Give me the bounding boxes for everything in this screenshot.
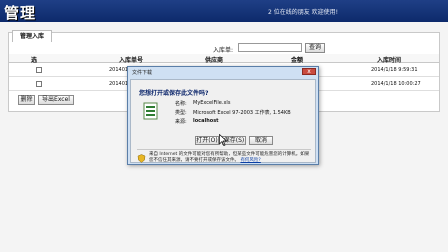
top-header-bar: 管理 2 位在线的朋友 欢迎使用! bbox=[0, 0, 448, 22]
stock-in-time: 2014/1/18 10:00:27 bbox=[371, 81, 421, 87]
file-name-value: MyExcelFile.xls bbox=[193, 100, 231, 106]
column-header-time: 入库时间 bbox=[377, 57, 402, 64]
file-name-label: 名称: bbox=[175, 101, 187, 107]
mouse-cursor-icon bbox=[219, 134, 227, 146]
cancel-button[interactable]: 取消 bbox=[249, 136, 273, 145]
tab-manage-stock-in[interactable]: 管理入库 bbox=[12, 30, 52, 42]
file-type-value: Microsoft Excel 97-2003 工作表, 1.54KB bbox=[193, 110, 291, 116]
risk-link[interactable]: 有何风险? bbox=[240, 158, 260, 163]
column-header-amount: 金额 bbox=[291, 57, 304, 64]
search-input[interactable] bbox=[238, 43, 302, 52]
app-logo: 管理 bbox=[4, 4, 37, 22]
row-checkbox[interactable] bbox=[36, 67, 42, 73]
dialog-body: 您想打开或保存此文件吗? 名称: MyExcelFile.xls 类型: Mic… bbox=[130, 79, 316, 163]
close-icon[interactable]: x bbox=[302, 68, 316, 75]
dialog-title: 文件下载 bbox=[132, 70, 153, 76]
file-source-label: 来源: bbox=[175, 119, 187, 125]
shield-warning-icon bbox=[137, 154, 146, 163]
delete-button[interactable]: 删除 bbox=[18, 95, 35, 105]
column-header-order-no: 入库单号 bbox=[119, 57, 144, 64]
excel-file-icon bbox=[143, 102, 158, 120]
security-warning-text: 来自 Internet 的文件可能对您有所帮助，但某些文件可能危害您的计算机。如… bbox=[149, 152, 311, 163]
export-excel-button[interactable]: 导出Excel bbox=[38, 95, 74, 105]
warning-message: 来自 Internet 的文件可能对您有所帮助，但某些文件可能危害您的计算机。如… bbox=[149, 152, 310, 163]
search-button[interactable]: 查询 bbox=[305, 43, 325, 53]
row-checkbox[interactable] bbox=[36, 81, 42, 87]
file-type-label: 类型: bbox=[175, 110, 187, 116]
dialog-question: 您想打开或保存此文件吗? bbox=[139, 90, 209, 97]
search-label: 入库单: bbox=[213, 47, 234, 54]
file-source-value: localhost bbox=[193, 118, 219, 124]
stock-in-time: 2014/1/18 9:59:31 bbox=[371, 67, 418, 73]
column-header-select: 选 bbox=[31, 57, 38, 64]
file-download-dialog: 文件下载 x 您想打开或保存此文件吗? 名称: MyExcelFile.xls … bbox=[127, 66, 319, 165]
dialog-divider bbox=[137, 149, 311, 150]
welcome-text: 2 位在线的朋友 欢迎使用! bbox=[268, 9, 339, 16]
column-header-supplier: 供应商 bbox=[205, 57, 224, 64]
table-header: 选 入库单号 供应商 金额 入库时间 bbox=[9, 54, 439, 64]
open-button[interactable]: 打开(O) bbox=[195, 136, 219, 145]
